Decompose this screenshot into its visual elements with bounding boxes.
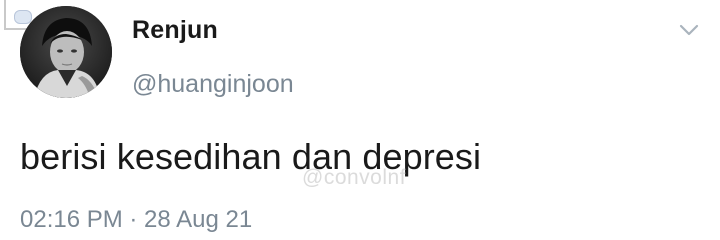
avatar[interactable] [20,6,112,98]
watermark: @convolnf [302,166,407,189]
user-handle[interactable]: @huanginjoon [132,70,294,99]
tweet-card: Renjun @huanginjoon berisi kesedihan dan… [0,0,720,240]
chevron-down-icon[interactable] [676,20,702,40]
tweet-text: berisi kesedihan dan depresi [20,136,482,177]
tweet-timestamp[interactable]: 02:16 PM · 28 Aug 21 [20,206,252,234]
avatar-image [20,6,112,98]
display-name[interactable]: Renjun [132,16,218,45]
